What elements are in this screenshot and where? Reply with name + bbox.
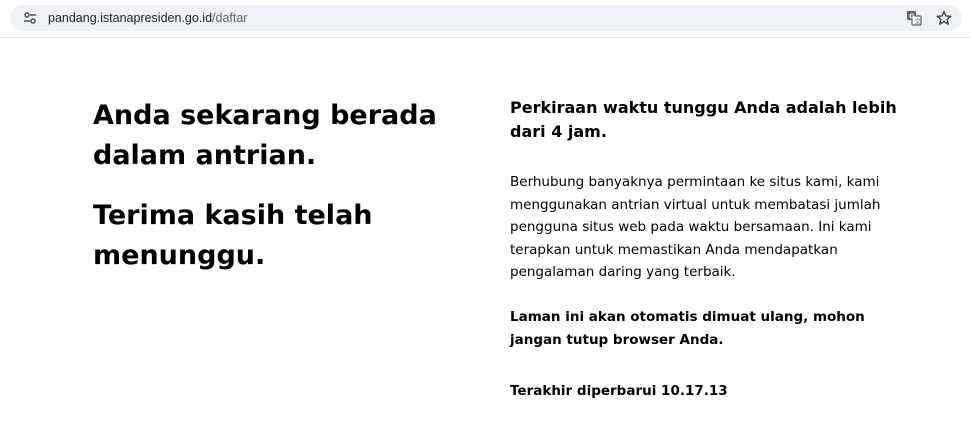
star-icon[interactable] — [936, 10, 952, 26]
translate-icon[interactable]: G 文 — [906, 10, 922, 26]
queue-page: Anda sekarang berada dalam antrian. Teri… — [0, 38, 970, 445]
last-updated: Terakhir diperbarui 10.17.13 — [510, 382, 728, 399]
wait-estimate: Perkiraan waktu tunggu Anda adalah lebih… — [510, 98, 897, 141]
url-text[interactable]: pandang.istanapresiden.go.id/daftar — [48, 11, 247, 25]
queue-headings: Anda sekarang berada dalam antrian. Teri… — [93, 96, 453, 296]
site-settings-icon[interactable] — [22, 10, 38, 26]
queue-heading: Anda sekarang berada dalam antrian. — [93, 100, 437, 171]
browser-toolbar: pandang.istanapresiden.go.id/daftar G 文 — [0, 0, 970, 38]
address-bar[interactable]: pandang.istanapresiden.go.id/daftar G 文 — [10, 5, 962, 31]
queue-info: Perkiraan waktu tunggu Anda adalah lebih… — [510, 96, 905, 402]
queue-explanation: Berhubung banyaknya permintaan ke situs … — [510, 174, 881, 280]
thanks-heading: Terima kasih telah menunggu. — [93, 200, 373, 271]
auto-reload-notice: Laman ini akan otomatis dimuat ulang, mo… — [510, 308, 865, 348]
url-path: /daftar — [212, 11, 248, 25]
url-host: pandang.istanapresiden.go.id — [48, 11, 213, 25]
svg-text:文: 文 — [915, 17, 922, 26]
